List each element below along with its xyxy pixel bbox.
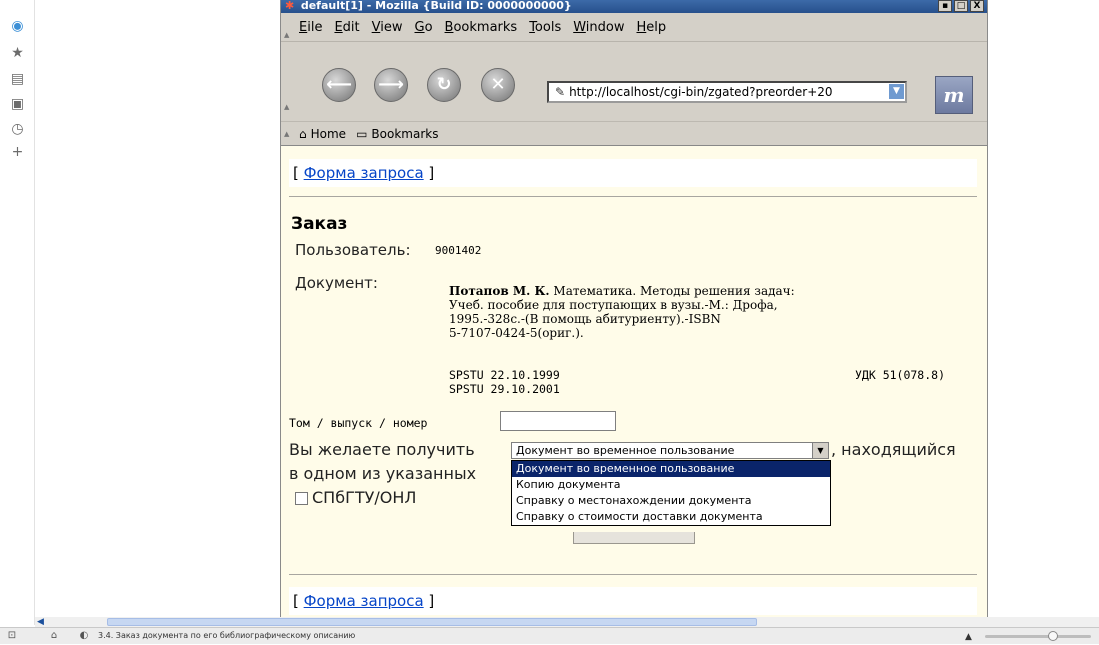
dropdown-option[interactable]: Документ во временное пользование bbox=[512, 461, 830, 477]
app-logo-icon[interactable]: ◉ bbox=[9, 18, 26, 35]
note-icon[interactable]: ▤ bbox=[9, 71, 26, 88]
compass-icon[interactable]: ◐ bbox=[78, 629, 90, 643]
located-label: , находящийся bbox=[831, 440, 956, 459]
back-icon[interactable]: ⟵ bbox=[322, 68, 356, 102]
home-icon[interactable]: ⌂ bbox=[48, 629, 60, 643]
request-type-select[interactable]: Документ во временное пользование ▼ bbox=[511, 442, 829, 459]
reload-icon[interactable]: ↻ bbox=[427, 68, 461, 102]
menu-edit[interactable]: Edit bbox=[334, 20, 359, 35]
udc-code: УДК 51(078.8) bbox=[855, 368, 946, 382]
menu-view[interactable]: View bbox=[372, 20, 403, 35]
dropdown-option[interactable]: Копию документа bbox=[512, 477, 830, 493]
home-icon: ⌂ bbox=[299, 126, 307, 141]
user-value: 9001402 bbox=[435, 244, 482, 257]
divider bbox=[289, 574, 977, 575]
document-description: Потапов М. К. Математика. Методы решения… bbox=[449, 284, 795, 340]
document-label: Документ: bbox=[295, 274, 378, 292]
library-label: СПбГТУ/ОНЛ bbox=[312, 488, 417, 507]
zoom-up-icon[interactable]: ▲ bbox=[965, 629, 972, 645]
status-bar: ⊡ ⌂ ◐ 3.4. Заказ документа по его библио… bbox=[0, 627, 1099, 644]
library-checkbox[interactable] bbox=[295, 492, 308, 505]
request-type-value: Документ во временное пользование bbox=[516, 444, 735, 457]
zoom-slider-knob[interactable] bbox=[1048, 631, 1058, 641]
in-one-label: в одном из указанных bbox=[289, 464, 477, 483]
menu-window[interactable]: Window bbox=[573, 20, 624, 35]
browser-window: ✱ default[1] - Mozilla {Build ID: 000000… bbox=[280, 0, 988, 625]
volume-label: Том / выпуск / номер bbox=[289, 416, 428, 430]
add-icon[interactable]: + bbox=[9, 144, 26, 161]
submit-button[interactable] bbox=[573, 532, 695, 544]
toolbar-grip-icon[interactable]: ▲ bbox=[284, 31, 292, 39]
page-content: [ Форма запроса ] Заказ Пользователь: 90… bbox=[281, 145, 987, 625]
toolbar-grip-icon[interactable]: ▲ bbox=[284, 130, 292, 138]
scrollbar-thumb[interactable] bbox=[107, 618, 757, 626]
menu-file[interactable]: Eile bbox=[299, 20, 322, 35]
volume-input[interactable] bbox=[500, 411, 616, 431]
url-text: http://localhost/cgi-bin/zgated?preorder… bbox=[569, 85, 833, 99]
user-label: Пользователь: bbox=[295, 241, 411, 259]
horizontal-scrollbar[interactable]: ◀ bbox=[35, 617, 1099, 627]
zoom-slider[interactable] bbox=[985, 631, 1091, 641]
toolbar-grip-icon[interactable]: ▲ bbox=[284, 103, 292, 111]
star-icon[interactable]: ★ bbox=[9, 45, 26, 62]
status-text: 3.4. Заказ документа по его библиографич… bbox=[98, 631, 356, 640]
dropdown-option[interactable]: Справку о местонахождении документа bbox=[512, 493, 830, 509]
forward-icon[interactable]: ⟶ bbox=[374, 68, 408, 102]
divider bbox=[289, 196, 977, 197]
viewer-canvas: ✱ default[1] - Mozilla {Build ID: 000000… bbox=[35, 0, 1099, 625]
page-icon: ✎ bbox=[555, 85, 566, 99]
chevron-down-icon[interactable]: ▼ bbox=[812, 443, 828, 458]
close-button[interactable]: X bbox=[970, 0, 984, 12]
chevron-down-icon[interactable]: ▼ bbox=[889, 84, 904, 99]
gallery-icon[interactable]: ▣ bbox=[9, 96, 26, 113]
window-app-icon: ✱ bbox=[285, 0, 295, 12]
bookmarks-button[interactable]: ▭ Bookmarks bbox=[356, 127, 438, 141]
url-field[interactable]: ✎ http://localhost/cgi-bin/zgated?preorde… bbox=[547, 81, 907, 103]
window-titlebar[interactable]: ✱ default[1] - Mozilla {Build ID: 000000… bbox=[281, 0, 987, 13]
history-icon[interactable]: ◷ bbox=[9, 121, 26, 138]
document-author: Потапов М. К. bbox=[449, 284, 550, 298]
stop-icon[interactable]: ✕ bbox=[481, 68, 515, 102]
page-title: Заказ bbox=[291, 214, 348, 234]
dropdown-option[interactable]: Справку о стоимости доставки документа bbox=[512, 509, 830, 525]
side-toolbar: ◉ ★ ▤ ▣ ◷ + bbox=[0, 0, 35, 625]
throbber-logo[interactable]: m bbox=[935, 76, 973, 114]
menu-help[interactable]: Help bbox=[637, 20, 667, 35]
maximize-button[interactable]: □ bbox=[954, 0, 968, 12]
window-title: default[1] - Mozilla {Build ID: 00000000… bbox=[300, 0, 572, 12]
request-type-dropdown: Документ во временное пользование Копию … bbox=[511, 460, 831, 526]
home-button[interactable]: ⌂ Home bbox=[299, 127, 346, 141]
want-label: Вы желаете получить bbox=[289, 440, 475, 459]
menu-go[interactable]: Go bbox=[415, 20, 433, 35]
top-link-bar: [ Форма запроса ] bbox=[289, 159, 977, 187]
folder-icon: ▭ bbox=[356, 126, 368, 141]
personal-toolbar: ▲ ⌂ Home ▭ Bookmarks bbox=[281, 121, 987, 145]
navigation-toolbar: ▲ ⟵ ⟶ ↻ ✕ ✎ http://localhost/cgi-bin/zgat… bbox=[281, 68, 987, 121]
menu-tools[interactable]: Tools bbox=[529, 20, 561, 35]
bottom-link-bar: [ Форма запроса ] bbox=[289, 587, 977, 615]
request-form-link-bottom[interactable]: Форма запроса bbox=[304, 592, 424, 610]
menu-bookmarks[interactable]: Bookmarks bbox=[445, 20, 518, 35]
menu-bar: ▲ Eile Edit View Go Bookmarks Tools Wind… bbox=[281, 14, 987, 42]
scroll-left-icon[interactable]: ◀ bbox=[37, 617, 47, 627]
minimize-button[interactable]: ▪ bbox=[938, 0, 952, 12]
panel-toggle-icon[interactable]: ⊡ bbox=[6, 629, 18, 643]
request-form-link-top[interactable]: Форма запроса bbox=[304, 164, 424, 182]
holding-2: SPSTU 29.10.2001 bbox=[449, 382, 560, 396]
holding-1: SPSTU 22.10.1999 bbox=[449, 368, 560, 382]
